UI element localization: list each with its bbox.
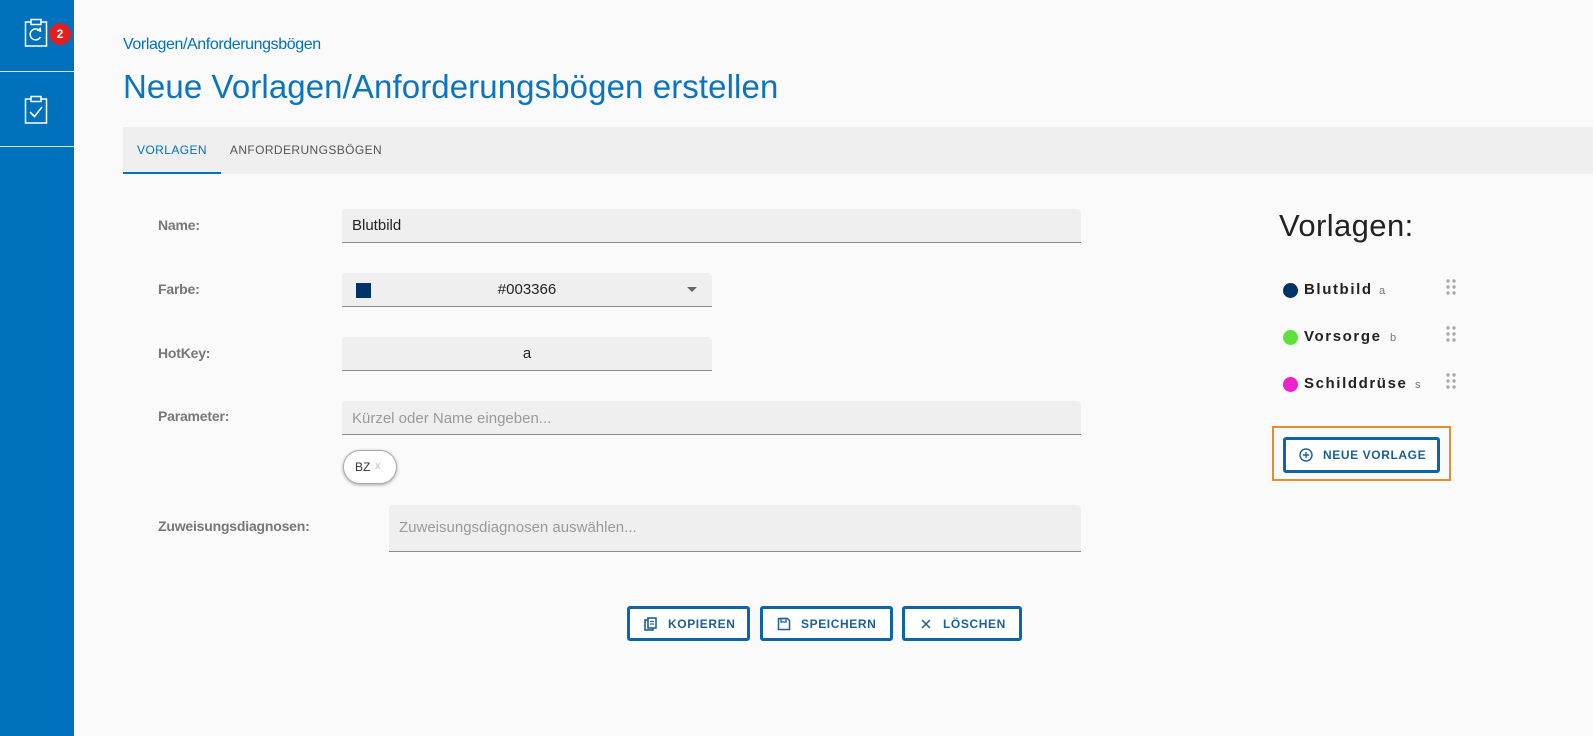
hotkey-value: a [522,345,532,362]
new-template-label: NEUE VORLAGE [1323,448,1427,462]
vorlage-item[interactable]: Schilddrüse s [1283,372,1463,396]
copy-label: KOPIEREN [668,617,736,631]
vorlage-color-dot [1283,330,1298,345]
vorlage-name: Blutbild [1304,281,1373,298]
parameter-input[interactable]: Kürzel oder Name eingeben... [342,401,1081,435]
save-icon [777,617,791,631]
chip-label: BZ [355,460,371,474]
vorlage-hotkey: s [1415,379,1421,391]
name-label: Name: [158,217,200,233]
vorlage-name: Schilddrüse [1304,375,1408,392]
vorlage-item[interactable]: Vorsorge b [1283,325,1463,349]
parameter-label: Parameter: [158,408,230,424]
page-title: Neue Vorlagen/Anforderungsbögen erstelle… [123,68,779,105]
vorlagen-heading: Vorlagen: [1279,208,1414,243]
drag-handle-icon[interactable] [1446,372,1456,390]
copy-button[interactable]: KOPIEREN [627,606,750,641]
vorlage-name: Vorsorge [1304,328,1382,345]
chip-remove-icon[interactable]: x [375,460,381,472]
close-icon [921,619,931,629]
breadcrumb[interactable]: Vorlagen/Anforderungsbögen [123,36,321,54]
save-button[interactable]: SPEICHERN [760,606,893,641]
vorlage-color-dot [1283,283,1298,298]
clipboard-refresh-icon [24,18,48,47]
delete-button[interactable]: LÖSCHEN [902,606,1022,641]
delete-label: LÖSCHEN [943,617,1006,631]
save-label: SPEICHERN [801,617,877,631]
sidebar-item-templates[interactable] [0,72,74,147]
parameter-chip[interactable]: BZ x [343,450,397,484]
new-template-button[interactable]: NEUE VORLAGE [1283,437,1440,473]
clipboard-check-icon [24,95,48,124]
chevron-down-icon [687,287,697,292]
sidebar-item-requests[interactable]: 2 [0,0,74,72]
color-label: Farbe: [158,281,200,297]
notification-badge: 2 [49,23,71,45]
vorlage-item[interactable]: Blutbild a [1283,278,1463,302]
vorlage-hotkey: a [1379,285,1386,297]
copy-icon [644,617,657,631]
parameter-placeholder: Kürzel oder Name eingeben... [352,410,552,427]
diagnosen-placeholder: Zuweisungsdiagnosen auswählen... [399,519,637,536]
diagnosen-select[interactable]: Zuweisungsdiagnosen auswählen... [389,505,1081,552]
drag-handle-icon[interactable] [1446,278,1456,296]
vorlage-hotkey: b [1390,332,1397,344]
hotkey-label: HotKey: [158,345,211,361]
vorlage-color-dot [1283,377,1298,392]
tab-bar: VORLAGEN ANFORDERUNGSBÖGEN [123,127,1593,174]
name-field[interactable]: Blutbild [342,209,1081,243]
tab-vorlagen[interactable]: VORLAGEN [123,127,221,174]
hotkey-field[interactable]: a [342,337,712,371]
color-value: #003366 [497,281,557,298]
add-circle-icon [1299,448,1313,462]
tab-anforderungsboegen[interactable]: ANFORDERUNGSBÖGEN [221,127,391,174]
sidebar: 2 [0,0,74,736]
name-value: Blutbild [352,217,402,234]
color-select[interactable]: #003366 [342,273,712,307]
drag-handle-icon[interactable] [1446,325,1456,343]
diagnosen-label: Zuweisungsdiagnosen: [158,518,310,534]
